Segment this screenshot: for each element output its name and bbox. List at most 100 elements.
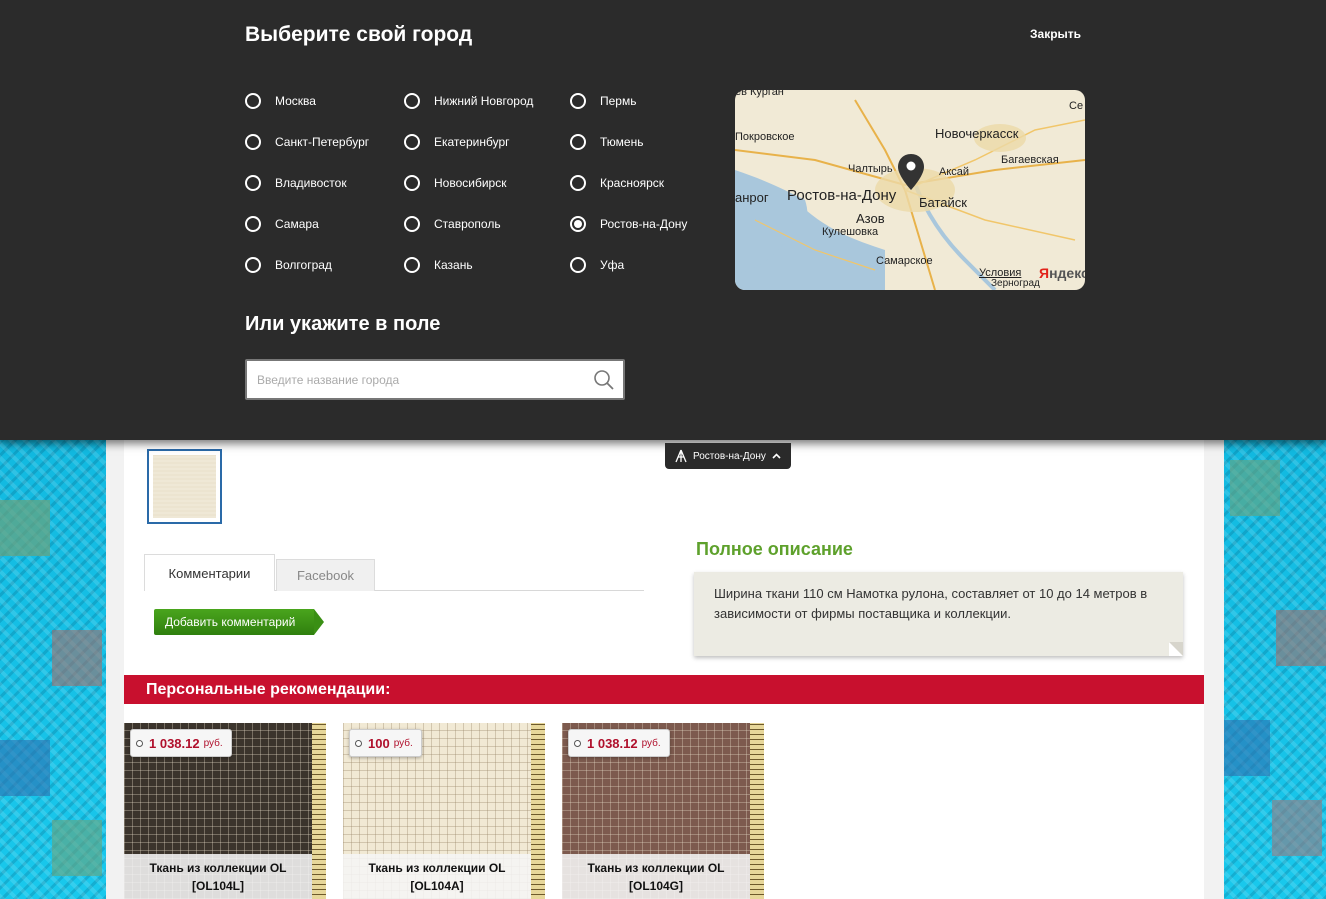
product-name-line2: [OL104A] — [410, 879, 464, 893]
page-fold — [1169, 642, 1183, 656]
price-tag: 1 038.12 руб. — [130, 729, 232, 757]
city-option-label: Волгоград — [275, 258, 332, 272]
city-option[interactable]: Владивосток — [245, 175, 347, 191]
modal-subtitle: Или укажите в поле — [245, 313, 441, 335]
product-card[interactable]: 100 руб. Ткань из коллекции OL [OL104A] — [343, 723, 545, 899]
tag-hole-icon — [574, 740, 581, 747]
map-label: ев Курган — [735, 90, 784, 98]
city-option-label: Нижний Новгород — [434, 94, 534, 108]
city-option-label: Тюмень — [600, 135, 644, 149]
radio-icon[interactable] — [404, 175, 420, 191]
ruler-image — [750, 723, 764, 899]
map-label: Зерноград — [991, 278, 1040, 289]
radio-icon[interactable] — [245, 175, 261, 191]
add-comment-button[interactable]: Добавить комментарий — [154, 609, 324, 635]
radio-icon[interactable] — [570, 257, 586, 273]
city-option[interactable]: Ростов-на-Дону — [570, 216, 687, 232]
search-icon[interactable] — [593, 369, 615, 391]
radio-icon[interactable] — [570, 134, 586, 150]
radio-icon[interactable] — [404, 216, 420, 232]
price-value: 1 038.12 — [149, 735, 200, 751]
map-label: Самарское — [876, 255, 933, 267]
price-value: 100 — [368, 735, 390, 751]
city-option-label: Казань — [434, 258, 473, 272]
city-selector-button[interactable]: Ростов-на-Дону — [665, 443, 791, 469]
arrow-tip — [314, 609, 324, 635]
city-map[interactable]: ев Курган Се Покровское Новочеркасск Чал… — [735, 90, 1085, 290]
description-title: Полное описание — [696, 539, 853, 559]
ruler-image — [312, 723, 326, 899]
add-comment-label: Добавить комментарий — [154, 609, 314, 635]
city-option[interactable]: Санкт-Петербург — [245, 134, 369, 150]
tag-hole-icon — [355, 740, 362, 747]
map-label: Азов — [856, 211, 885, 226]
radio-icon[interactable] — [570, 93, 586, 109]
city-option[interactable]: Нижний Новгород — [404, 93, 533, 109]
city-option-label: Новосибирск — [434, 176, 507, 190]
yandex-logo: Яндекс — [1039, 265, 1085, 281]
radio-icon[interactable] — [404, 93, 420, 109]
tab-facebook[interactable]: Facebook — [276, 559, 375, 591]
product-name[interactable]: Ткань из коллекции OL [OL104G] — [562, 854, 750, 899]
price-value: 1 038.12 — [587, 735, 638, 751]
city-option-label: Ростов-на-Дону — [600, 217, 688, 231]
map-label: Кулешовка — [822, 226, 879, 238]
map-label: Покровское — [735, 131, 795, 143]
city-option[interactable]: Уфа — [570, 257, 624, 273]
radio-icon[interactable] — [404, 257, 420, 273]
map-label: Новочеркасск — [935, 126, 1019, 141]
product-name-line2: [OL104L] — [191, 879, 244, 893]
product-name[interactable]: Ткань из коллекции OL [OL104L] — [124, 854, 312, 899]
city-option-label: Красноярск — [600, 176, 665, 190]
radio-icon[interactable] — [245, 257, 261, 273]
product-name-line1: Ткань из коллекции OL — [149, 861, 287, 875]
pattern-patch — [1220, 720, 1270, 776]
city-option[interactable]: Волгоград — [245, 257, 332, 273]
pattern-patch — [1276, 610, 1326, 666]
map-label: анрог — [735, 190, 769, 205]
product-name-line2: [OL104G] — [628, 879, 683, 893]
city-search-box — [245, 359, 625, 400]
city-option[interactable]: Екатеринбург — [404, 134, 510, 150]
radio-icon[interactable] — [570, 175, 586, 191]
radio-icon[interactable] — [245, 216, 261, 232]
price-tag: 1 038.12 руб. — [568, 729, 670, 757]
close-button[interactable]: Закрыть — [1030, 27, 1081, 41]
city-option-label: Москва — [275, 94, 316, 108]
city-option[interactable]: Казань — [404, 257, 473, 273]
product-name[interactable]: Ткань из коллекции OL [OL104A] — [343, 854, 531, 899]
recommendations-header: Персональные рекомендации: — [124, 675, 1204, 704]
radio-icon[interactable] — [245, 134, 261, 150]
price-currency: руб. — [641, 737, 661, 749]
comment-tabs: Комментарии Facebook — [144, 554, 644, 591]
product-name-line1: Ткань из коллекции OL — [368, 861, 506, 875]
product-content: Комментарии Facebook Добавить комментари… — [124, 440, 1204, 899]
tag-hole-icon — [136, 740, 143, 747]
price-currency: руб. — [393, 737, 413, 749]
city-option[interactable]: Новосибирск — [404, 175, 506, 191]
map-label: Чалтырь — [848, 163, 893, 175]
city-option[interactable]: Пермь — [570, 93, 636, 109]
city-search-input[interactable] — [257, 369, 577, 391]
city-option[interactable]: Ставрополь — [404, 216, 501, 232]
city-option[interactable]: Самара — [245, 216, 319, 232]
map-label: Батайск — [919, 195, 967, 210]
city-option[interactable]: Москва — [245, 93, 316, 109]
radio-icon[interactable] — [404, 134, 420, 150]
product-card[interactable]: 1 038.12 руб. Ткань из коллекции OL [OL104G… — [562, 723, 764, 899]
ruler-image — [531, 723, 545, 899]
pattern-patch — [1272, 800, 1322, 856]
city-icon — [675, 449, 687, 463]
tab-comments[interactable]: Комментарии — [144, 554, 275, 591]
product-card[interactable]: 1 038.12 руб. Ткань из коллекции OL [OL104L… — [124, 723, 326, 899]
city-option[interactable]: Тюмень — [570, 134, 643, 150]
city-option-label: Санкт-Петербург — [275, 135, 370, 149]
product-thumbnail[interactable] — [147, 449, 222, 524]
price-currency: руб. — [203, 737, 223, 749]
city-option[interactable]: Красноярск — [570, 175, 664, 191]
radio-icon[interactable] — [245, 93, 261, 109]
city-option-label: Екатеринбург — [434, 135, 510, 149]
radio-checked-icon[interactable] — [570, 216, 586, 232]
price-tag: 100 руб. — [349, 729, 422, 757]
map-label: Ростов-на-Дону — [787, 187, 897, 204]
